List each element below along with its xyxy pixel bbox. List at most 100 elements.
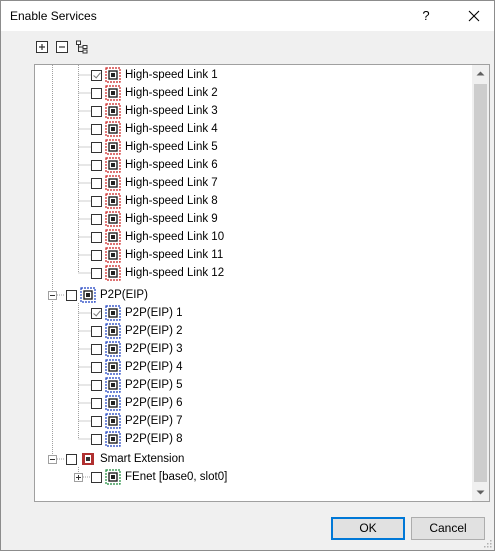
expand-fenet-icon[interactable] — [74, 473, 83, 482]
ok-button[interactable]: OK — [331, 517, 405, 540]
checkbox[interactable] — [91, 195, 102, 207]
p2p-item[interactable]: P2P(EIP) 2 — [91, 322, 183, 340]
checkbox[interactable] — [91, 249, 102, 261]
checkbox[interactable] — [91, 343, 102, 355]
high-speed-link-icon — [105, 67, 121, 83]
p2p-item-icon — [105, 341, 121, 357]
tree-item-label: High-speed Link 10 — [125, 231, 225, 243]
tree-structure-icon[interactable] — [75, 40, 89, 54]
checkbox[interactable] — [91, 231, 102, 243]
tree-item-label: High-speed Link 7 — [125, 177, 218, 189]
checkbox[interactable] — [91, 397, 102, 409]
tree-item-label: P2P(EIP) 2 — [125, 325, 183, 337]
high-speed-link-icon — [105, 193, 121, 209]
checkbox[interactable] — [91, 87, 102, 99]
checkbox[interactable] — [91, 177, 102, 189]
tree-item-label: High-speed Link 5 — [125, 141, 218, 153]
p2p-item-icon — [105, 395, 121, 411]
high-speed-link-icon — [105, 103, 121, 119]
p2p-item[interactable]: P2P(EIP) 6 — [91, 394, 183, 412]
checkbox[interactable] — [91, 471, 102, 483]
checkbox[interactable] — [91, 159, 102, 171]
checkbox[interactable] — [91, 69, 102, 81]
dialog-title: Enable Services — [10, 9, 97, 23]
tree-item-label: High-speed Link 6 — [125, 159, 218, 171]
checkbox[interactable] — [91, 433, 102, 445]
tree-item-label: High-speed Link 2 — [125, 87, 218, 99]
high-speed-link-item[interactable]: High-speed Link 12 — [91, 264, 224, 282]
high-speed-link-item[interactable]: High-speed Link 10 — [91, 228, 224, 246]
p2p-item-icon — [105, 305, 121, 321]
p2p-item[interactable]: P2P(EIP) 8 — [91, 430, 183, 448]
scroll-up-arrow-icon[interactable] — [472, 65, 489, 82]
high-speed-link-item[interactable]: High-speed Link 1 — [91, 66, 218, 84]
checkbox[interactable] — [91, 379, 102, 391]
checkbox[interactable] — [91, 213, 102, 225]
collapse-all-icon[interactable] — [55, 40, 69, 54]
p2p-item[interactable]: P2P(EIP) 4 — [91, 358, 183, 376]
p2p-item-icon — [105, 377, 121, 393]
checkbox[interactable] — [91, 415, 102, 427]
checkbox[interactable] — [91, 325, 102, 337]
high-speed-link-item[interactable]: High-speed Link 5 — [91, 138, 218, 156]
collapse-p2p-icon[interactable] — [48, 291, 57, 300]
p2p-item[interactable]: P2P(EIP) 3 — [91, 340, 183, 358]
tree-item-label: P2P(EIP) 3 — [125, 343, 183, 355]
p2p-item[interactable]: P2P(EIP) 5 — [91, 376, 183, 394]
checkbox[interactable] — [66, 453, 77, 465]
p2p-item-icon — [105, 323, 121, 339]
high-speed-link-icon — [105, 121, 121, 137]
fenet-item[interactable]: FEnet [base0, slot0] — [91, 468, 227, 486]
tree-item-label: High-speed Link 8 — [125, 195, 218, 207]
checkbox[interactable] — [91, 123, 102, 135]
tree-item-label: FEnet [base0, slot0] — [125, 471, 228, 483]
cancel-button[interactable]: Cancel — [411, 517, 485, 540]
high-speed-link-icon — [105, 211, 121, 227]
fenet-icon — [105, 469, 121, 485]
vertical-scrollbar[interactable] — [472, 65, 489, 501]
tree-item-label: P2P(EIP) 6 — [125, 397, 183, 409]
high-speed-link-icon — [105, 157, 121, 173]
high-speed-link-item[interactable]: High-speed Link 4 — [91, 120, 218, 138]
help-button[interactable]: ? — [415, 5, 437, 27]
scrollbar-thumb[interactable] — [474, 84, 487, 482]
title-bar: Enable Services ? — [1, 1, 494, 31]
close-icon — [468, 10, 480, 22]
resize-grip-icon[interactable] — [482, 538, 492, 548]
smart-extension-node[interactable]: Smart Extension — [66, 450, 184, 468]
tree-item-label: High-speed Link 11 — [125, 249, 224, 261]
p2p-group-node[interactable]: P2P(EIP) — [66, 286, 148, 304]
checkbox[interactable] — [91, 361, 102, 373]
high-speed-link-item[interactable]: High-speed Link 3 — [91, 102, 218, 120]
tree-item-label: High-speed Link 9 — [125, 213, 218, 225]
close-button[interactable] — [463, 5, 485, 27]
high-speed-link-icon — [105, 229, 121, 245]
high-speed-link-icon — [105, 247, 121, 263]
scroll-down-arrow-icon[interactable] — [472, 484, 489, 501]
checkbox[interactable] — [91, 141, 102, 153]
checkbox[interactable] — [91, 267, 102, 279]
tree-item-label: P2P(EIP) 1 — [125, 307, 183, 319]
tree-item-label: High-speed Link 1 — [125, 69, 218, 81]
high-speed-link-item[interactable]: High-speed Link 7 — [91, 174, 218, 192]
p2p-group-icon — [80, 287, 96, 303]
p2p-item[interactable]: P2P(EIP) 1 — [91, 304, 183, 322]
high-speed-link-icon — [105, 139, 121, 155]
enable-services-dialog: Enable Services ? High-speed Link 1 High… — [0, 0, 495, 551]
tree-item-label: Smart Extension — [100, 453, 185, 465]
p2p-item-icon — [105, 413, 121, 429]
p2p-item[interactable]: P2P(EIP) 7 — [91, 412, 183, 430]
high-speed-link-item[interactable]: High-speed Link 2 — [91, 84, 218, 102]
high-speed-link-item[interactable]: High-speed Link 6 — [91, 156, 218, 174]
checkbox[interactable] — [91, 307, 102, 319]
checkbox[interactable] — [66, 289, 77, 301]
services-tree[interactable]: High-speed Link 1 High-speed Link 2 High-s… — [34, 64, 490, 502]
collapse-smart-extension-icon[interactable] — [48, 455, 57, 464]
tree-item-label: P2P(EIP) 7 — [125, 415, 183, 427]
high-speed-link-item[interactable]: High-speed Link 8 — [91, 192, 218, 210]
high-speed-link-item[interactable]: High-speed Link 11 — [91, 246, 223, 264]
high-speed-link-item[interactable]: High-speed Link 9 — [91, 210, 218, 228]
checkbox[interactable] — [91, 105, 102, 117]
expand-all-icon[interactable] — [35, 40, 49, 54]
high-speed-link-icon — [105, 265, 121, 281]
